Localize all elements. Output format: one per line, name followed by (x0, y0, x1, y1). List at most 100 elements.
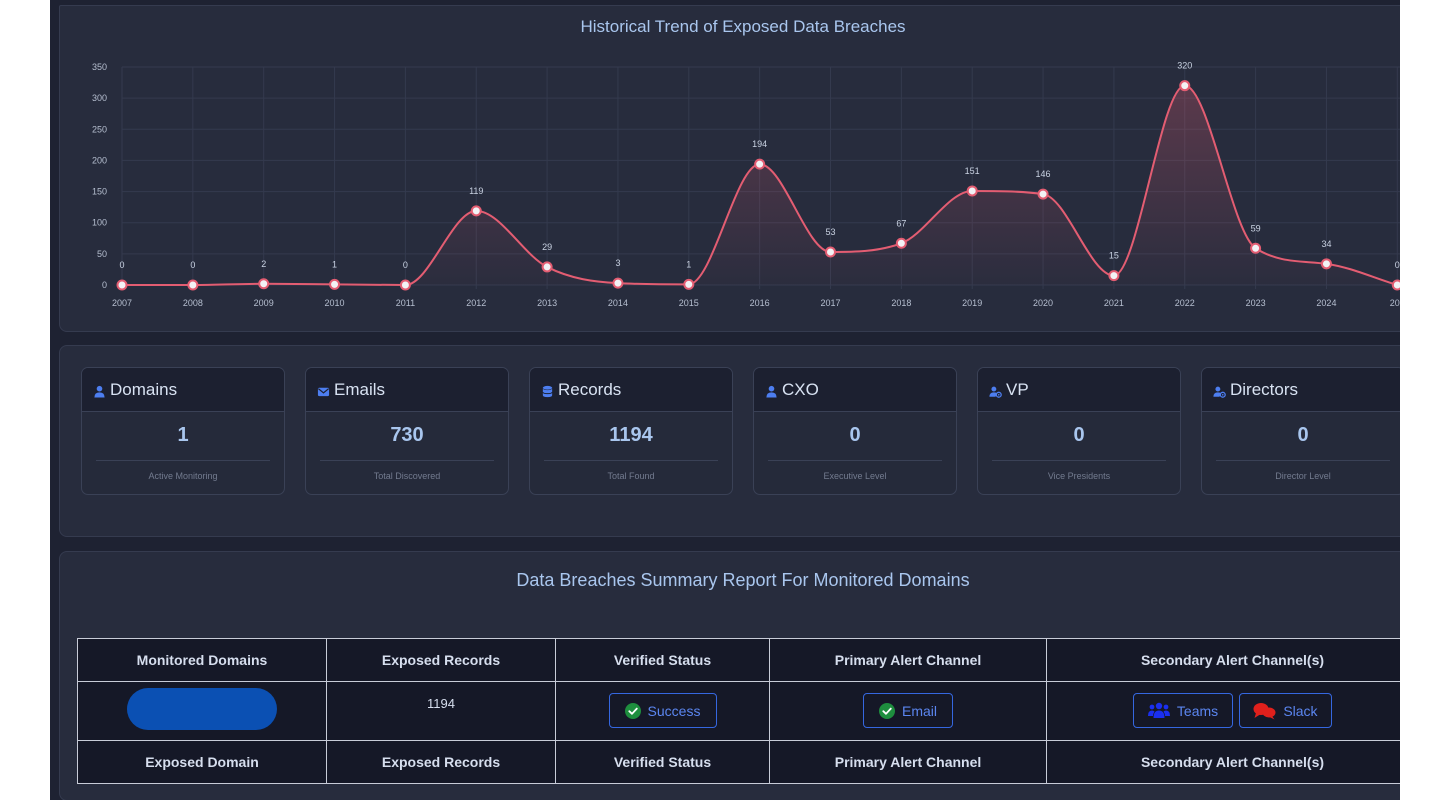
user-icon (766, 385, 777, 398)
data-label: 151 (965, 166, 980, 176)
summary-table: Monitored Domains Exposed Records Verifi… (77, 638, 1400, 784)
email-channel-label: Email (901, 702, 937, 719)
stat-title: Emails (334, 379, 386, 399)
data-label: 146 (1036, 169, 1051, 179)
stat-title: CXO (782, 379, 819, 399)
email-channel-button[interactable]: Email (863, 693, 953, 728)
x-tick-label: 2022 (1175, 298, 1195, 308)
data-point (541, 261, 553, 273)
stat-title: VP (1006, 379, 1029, 399)
data-point (399, 279, 411, 291)
stat-title: Domains (110, 379, 178, 399)
y-tick-label: 150 (92, 187, 107, 197)
stat-title: Records (558, 379, 622, 399)
breach-trend-chart: 0501001502002503003502007 2008 2009 2010 201… (92, 61, 1400, 308)
stat-card-records: Records 1194 Total Found (529, 367, 733, 495)
divider (544, 460, 718, 461)
status-cell: Success (555, 681, 770, 741)
divider (320, 460, 494, 461)
primary-channel-cell: Email (769, 681, 1047, 741)
success-label: Success (647, 702, 701, 719)
user-gear-icon (1213, 386, 1226, 398)
stat-card-emails: Emails 730 Total Discovered (305, 367, 509, 495)
app-background: Historical Trend of Exposed Data Breache… (50, 0, 1400, 800)
divider (1216, 460, 1390, 461)
x-tick-label: 2011 (396, 298, 415, 308)
slack-channel-button[interactable]: Slack (1238, 693, 1332, 728)
x-tick-label: 2019 (962, 298, 982, 308)
stat-value: 0 (1073, 424, 1085, 446)
stat-card-domains: Domains 1 Active Monitoring (81, 367, 285, 495)
column-header: Secondary Alert Channel(s) (1046, 638, 1400, 682)
data-label: 53 (825, 227, 835, 237)
stat-subtitle: Active Monitoring (148, 471, 218, 481)
y-tick-label: 200 (92, 155, 107, 165)
data-label: 67 (896, 218, 906, 228)
column-footer: Verified Status (555, 740, 770, 784)
column-header: Verified Status (555, 638, 770, 682)
data-point (754, 158, 766, 170)
success-button[interactable]: Success (608, 693, 717, 728)
stats-panel: Domains 1 Active Monitoring Emails 730 T… (59, 345, 1400, 537)
check-circle-icon (624, 702, 641, 719)
data-label: 0 (1395, 260, 1400, 270)
domain-pill[interactable] (127, 688, 277, 730)
x-tick-label: 2007 (112, 298, 132, 308)
data-point (966, 185, 978, 197)
stat-value: 730 (390, 424, 424, 446)
x-tick-label: 2008 (183, 298, 203, 308)
divider (96, 460, 270, 461)
y-tick-label: 250 (92, 124, 107, 134)
data-label: 194 (752, 139, 767, 149)
data-label: 1 (332, 259, 337, 269)
table-header-row: Monitored Domains Exposed Records Verifi… (77, 638, 1400, 682)
data-point (1179, 80, 1191, 92)
stat-value: 0 (1297, 424, 1309, 446)
y-tick-label: 300 (92, 93, 107, 103)
x-tick-label: 2024 (1316, 298, 1336, 308)
stat-card-directors: Directors 0 Director Level (1201, 367, 1400, 495)
data-point (683, 278, 695, 290)
stat-subtitle: Director Level (1275, 471, 1331, 481)
data-point (1320, 258, 1332, 270)
teams-channel-label: Teams (1176, 702, 1219, 719)
user-gear-icon (989, 386, 1002, 398)
secondary-channel-cell: Teams Slack (1046, 681, 1400, 741)
teams-channel-button[interactable]: Teams (1133, 693, 1234, 728)
data-label: 59 (1251, 223, 1261, 233)
stat-card-cxo: CXO 0 Executive Level (753, 367, 957, 495)
data-point (329, 278, 341, 290)
column-footer: Secondary Alert Channel(s) (1046, 740, 1400, 784)
x-tick-label: 2023 (1246, 298, 1266, 308)
x-tick-label: 2016 (750, 298, 770, 308)
data-label: 15 (1109, 251, 1119, 261)
data-point (1108, 270, 1120, 282)
data-point (1250, 242, 1262, 254)
x-tick-label: 2017 (820, 298, 840, 308)
table-row: 1194 Success Email Teams Slack (77, 681, 1400, 741)
data-label: 3 (615, 258, 620, 268)
stat-card-vp: VP 0 Vice Presidents (977, 367, 1181, 495)
teams-icon (1147, 702, 1170, 718)
x-tick-label: 2015 (679, 298, 699, 308)
data-point (116, 279, 128, 291)
data-point (612, 277, 624, 289)
data-label: 320 (1177, 61, 1192, 71)
divider (992, 460, 1166, 461)
domain-cell (77, 681, 327, 741)
y-tick-label: 50 (97, 249, 107, 259)
envelope-icon (317, 387, 330, 397)
table-footer-row: Exposed Domain Exposed Records Verified … (77, 740, 1400, 784)
data-point (895, 237, 907, 249)
x-tick-label: 2010 (325, 298, 345, 308)
y-tick-label: 0 (102, 280, 107, 290)
stat-subtitle: Total Discovered (373, 471, 441, 481)
data-point (187, 279, 199, 291)
x-tick-label: 2013 (537, 298, 557, 308)
breach-trend-panel: Historical Trend of Exposed Data Breache… (59, 5, 1400, 332)
data-label: 29 (542, 242, 552, 252)
x-tick-label: 2012 (466, 298, 486, 308)
data-point (470, 205, 482, 217)
records-cell: 1194 (326, 681, 556, 741)
data-label: 119 (469, 186, 483, 196)
